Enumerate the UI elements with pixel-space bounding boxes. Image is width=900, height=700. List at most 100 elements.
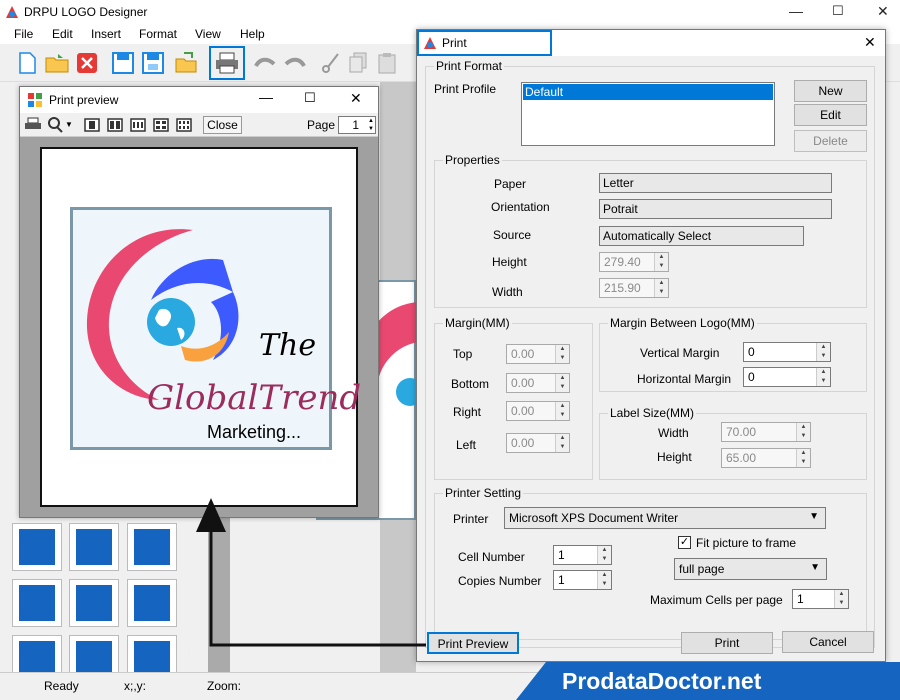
copies-number-value: 1: [558, 573, 565, 587]
profile-default-item[interactable]: Default: [523, 84, 773, 100]
spin-arrows-icon[interactable]: ▲ ▼: [654, 279, 668, 297]
copies-number-spin[interactable]: 1 ▲ ▼: [553, 570, 612, 590]
six-pages-icon[interactable]: [176, 118, 192, 132]
print-dialog-title-bar: Print ✕: [417, 30, 885, 56]
delete-profile-button[interactable]: Delete: [794, 130, 867, 152]
open-folder-icon[interactable]: [44, 50, 70, 76]
top-spin[interactable]: 0.00 ▲ ▼: [506, 344, 570, 364]
left-value: 0.00: [511, 436, 535, 450]
print-button[interactable]: Print: [681, 632, 773, 654]
cut-icon[interactable]: [318, 50, 344, 76]
max-cells-label: Maximum Cells per page: [650, 593, 783, 607]
spin-arrows-icon[interactable]: ▲ ▼: [555, 434, 569, 452]
save-icon[interactable]: [110, 50, 136, 76]
zoom-dropdown-icon[interactable]: ▼: [65, 120, 73, 129]
new-file-icon[interactable]: [14, 50, 40, 76]
symbol-diamond-icon: [19, 529, 55, 565]
close-icon[interactable]: ✕: [877, 3, 889, 20]
spin-arrows-icon[interactable]: ▲ ▼: [796, 423, 810, 441]
symbol-tile[interactable]: [69, 635, 119, 672]
menu-help[interactable]: Help: [240, 27, 265, 41]
print-profile-list[interactable]: Default: [521, 82, 775, 146]
new-profile-button[interactable]: New: [794, 80, 867, 102]
two-pages-icon[interactable]: [107, 118, 123, 132]
spin-arrows-icon[interactable]: ▲ ▼: [597, 546, 611, 564]
symbol-tile[interactable]: [127, 523, 177, 571]
paper-field[interactable]: Letter: [599, 173, 832, 193]
page-number-input[interactable]: 1 ▲ ▼: [338, 116, 376, 134]
paste-icon[interactable]: [374, 50, 400, 76]
scroll-down-icon[interactable]: ▼: [188, 648, 190, 658]
left-spin[interactable]: 0.00 ▲ ▼: [506, 433, 570, 453]
redo-icon[interactable]: [282, 50, 308, 76]
fit-mode-select[interactable]: full page ▼: [674, 558, 827, 580]
spin-arrows-icon[interactable]: ▲ ▼: [796, 449, 810, 467]
edit-profile-button[interactable]: Edit: [794, 104, 867, 126]
watermark-text: ProdataDoctor.net: [562, 668, 762, 694]
print-icon[interactable]: [214, 50, 240, 76]
spin-arrows-icon[interactable]: ▲ ▼: [555, 374, 569, 392]
preview-title-bar: Print preview — ☐ ✕: [20, 87, 378, 113]
undo-icon[interactable]: [252, 50, 278, 76]
preview-close-icon[interactable]: ✕: [350, 90, 362, 107]
spin-arrows-icon[interactable]: ▲ ▼: [597, 571, 611, 589]
spin-arrows-icon[interactable]: ▲ ▼: [555, 345, 569, 363]
label-width-spin[interactable]: 70.00 ▲ ▼: [721, 422, 811, 442]
page-spin-icon[interactable]: ▲ ▼: [368, 117, 374, 133]
print-dialog-close-icon[interactable]: ✕: [864, 34, 876, 51]
save-as-icon[interactable]: [140, 50, 166, 76]
three-pages-icon[interactable]: [130, 118, 146, 132]
menu-format[interactable]: Format: [139, 27, 177, 41]
close-file-icon[interactable]: [74, 50, 100, 76]
symbol-tile[interactable]: [127, 635, 177, 672]
zoom-icon[interactable]: [46, 116, 64, 134]
preview-maximize-icon[interactable]: ☐: [304, 90, 316, 106]
fit-picture-checkbox[interactable]: ✓: [678, 536, 691, 549]
symbol-wheel-icon: [19, 585, 55, 621]
page-number-value: 1: [352, 118, 359, 132]
print-preview-button[interactable]: Print Preview: [427, 632, 519, 654]
right-spin[interactable]: 0.00 ▲ ▼: [506, 401, 570, 421]
spin-arrows-icon[interactable]: ▲ ▼: [654, 253, 668, 271]
maximize-icon[interactable]: ☐: [832, 3, 844, 19]
spin-arrows-icon[interactable]: ▲ ▼: [816, 368, 830, 386]
bottom-spin[interactable]: 0.00 ▲ ▼: [506, 373, 570, 393]
max-cells-spin[interactable]: 1 ▲ ▼: [792, 589, 849, 609]
preview-close-button[interactable]: Close: [203, 116, 242, 134]
cell-number-spin[interactable]: 1 ▲ ▼: [553, 545, 612, 565]
spin-arrows-icon[interactable]: ▲ ▼: [816, 343, 830, 361]
orientation-field[interactable]: Potrait: [599, 199, 832, 219]
menu-view[interactable]: View: [195, 27, 221, 41]
one-page-icon[interactable]: [84, 118, 100, 132]
width-spin[interactable]: 215.90 ▲ ▼: [599, 278, 669, 298]
horizontal-margin-spin[interactable]: 0 ▲ ▼: [743, 367, 831, 387]
printer-setting-group: Printer Setting Printer Microsoft XPS Do…: [434, 486, 867, 640]
printer-select[interactable]: Microsoft XPS Document Writer ▼: [504, 507, 826, 529]
export-icon[interactable]: [174, 50, 200, 76]
copy-icon[interactable]: [346, 50, 372, 76]
symbol-tile[interactable]: [69, 579, 119, 627]
print-preview-window: Print preview — ☐ ✕ ▼ Close Page 1 ▲ ▼ T…: [19, 86, 379, 518]
symbol-tile[interactable]: [12, 635, 62, 672]
menu-insert[interactable]: Insert: [91, 27, 121, 41]
height-spin[interactable]: 279.40 ▲ ▼: [599, 252, 669, 272]
preview-page: The GlobalTrend Marketing...: [40, 147, 361, 507]
symbol-tile[interactable]: [69, 523, 119, 571]
symbol-tile[interactable]: [127, 579, 177, 627]
label-height-spin[interactable]: 65.00 ▲ ▼: [721, 448, 811, 468]
minimize-icon[interactable]: —: [789, 3, 803, 19]
preview-toolbar: ▼ Close Page 1 ▲ ▼: [20, 113, 378, 137]
preview-minimize-icon[interactable]: —: [259, 89, 273, 105]
symbol-tile[interactable]: [12, 523, 62, 571]
label-width-value: 70.00: [726, 425, 757, 439]
source-field[interactable]: Automatically Select: [599, 226, 804, 246]
menu-edit[interactable]: Edit: [52, 27, 73, 41]
spin-arrows-icon[interactable]: ▲ ▼: [834, 590, 848, 608]
vertical-margin-spin[interactable]: 0 ▲ ▼: [743, 342, 831, 362]
spin-arrows-icon[interactable]: ▲ ▼: [555, 402, 569, 420]
symbol-tile[interactable]: [12, 579, 62, 627]
menu-file[interactable]: File: [14, 27, 33, 41]
cancel-button[interactable]: Cancel: [782, 631, 874, 653]
preview-print-icon[interactable]: [24, 117, 42, 133]
four-pages-icon[interactable]: [153, 118, 169, 132]
